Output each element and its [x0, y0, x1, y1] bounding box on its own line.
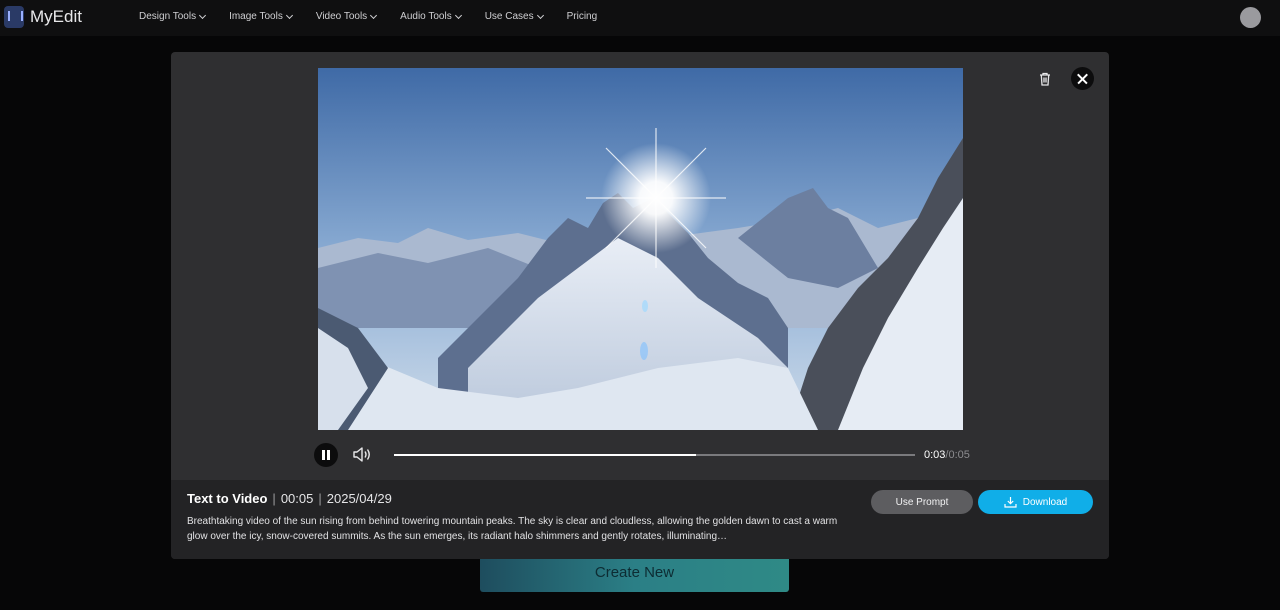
separator: |	[318, 491, 322, 506]
progress-fill	[394, 454, 697, 456]
nav-item-pricing[interactable]: Pricing	[567, 11, 598, 22]
logo[interactable]: MyEdit	[4, 6, 82, 28]
video-player[interactable]	[318, 68, 963, 430]
nav-item-label: Video Tools	[315, 11, 368, 22]
use-prompt-button[interactable]: Use Prompt	[871, 490, 973, 514]
chevron-down-icon	[370, 11, 378, 19]
nav-item-label: Pricing	[566, 11, 598, 22]
nav-item-label: Use Cases	[484, 11, 534, 22]
nav-item-video-tools[interactable]: Video Tools	[315, 11, 378, 22]
progress-track[interactable]	[394, 454, 915, 456]
top-nav: MyEdit Design Tools Image Tools Video To…	[0, 0, 1280, 36]
nav-item-image-tools[interactable]: Image Tools	[229, 11, 293, 22]
nav-item-label: Design Tools	[139, 11, 197, 22]
volume-icon[interactable]	[352, 446, 372, 463]
download-button[interactable]: Download	[978, 490, 1093, 514]
pause-icon[interactable]	[314, 443, 338, 467]
chevron-down-icon	[285, 11, 293, 19]
video-info-panel: Text to Video | 00:05 | 2025/04/29 Breat…	[171, 480, 1109, 559]
nav-item-design-tools[interactable]: Design Tools	[139, 11, 207, 22]
video-meta: Text to Video | 00:05 | 2025/04/29	[187, 491, 392, 506]
download-icon	[1004, 497, 1017, 508]
video-type-title: Text to Video	[187, 491, 268, 506]
download-label: Download	[1022, 496, 1068, 508]
close-icon[interactable]	[1071, 67, 1094, 90]
video-preview-modal: 0:03/0:05 Text to Video | 00:05 | 2025/0…	[171, 52, 1109, 559]
video-frame	[318, 68, 963, 430]
video-duration: 00:05	[280, 491, 314, 506]
chevron-down-icon	[454, 11, 462, 19]
prompt-description: Breathtaking video of the sun rising fro…	[187, 516, 838, 542]
nav-menu: Design Tools Image Tools Video Tools Aud…	[139, 11, 621, 22]
separator: |	[272, 491, 276, 506]
video-date: 2025/04/29	[326, 491, 392, 506]
current-time: 0:03	[924, 449, 946, 461]
nav-item-label: Audio Tools	[400, 11, 452, 22]
avatar[interactable]	[1240, 7, 1261, 28]
nav-item-use-cases[interactable]: Use Cases	[484, 11, 544, 22]
player-controls: 0:03/0:05	[312, 442, 982, 468]
logo-mark-icon	[4, 6, 24, 28]
trash-icon[interactable]	[1037, 71, 1053, 87]
chevron-down-icon	[199, 11, 207, 19]
nav-item-label: Image Tools	[229, 11, 283, 22]
time-readout: 0:03/0:05	[924, 449, 970, 461]
logo-text: MyEdit	[30, 7, 82, 26]
total-time: /0:05	[945, 449, 970, 461]
nav-item-audio-tools[interactable]: Audio Tools	[400, 11, 462, 22]
chevron-down-icon	[536, 11, 544, 19]
use-prompt-label: Use Prompt	[895, 496, 949, 508]
